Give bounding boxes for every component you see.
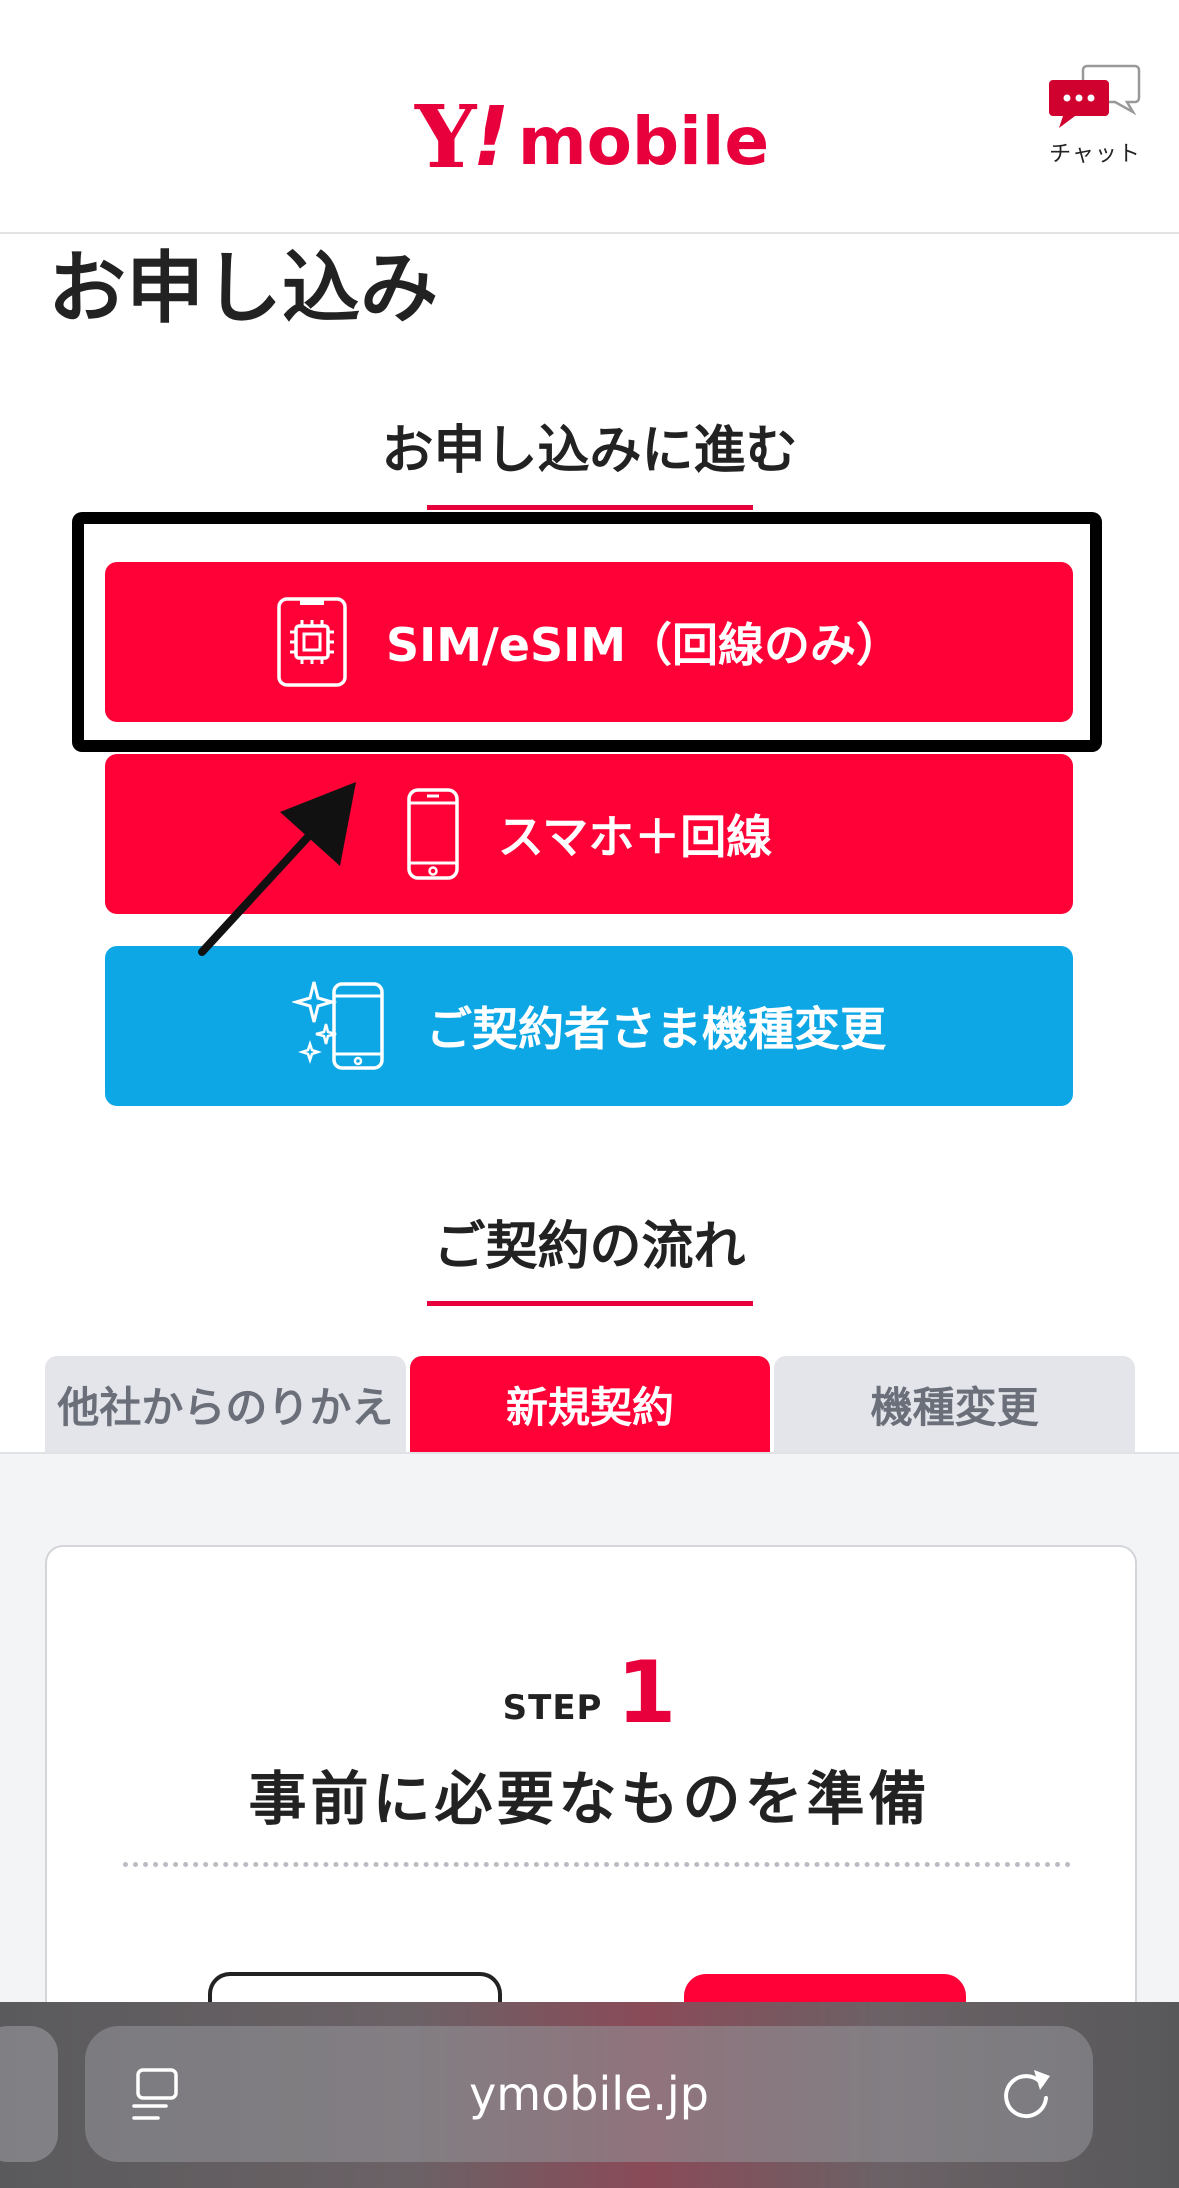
browser-prev-tab[interactable] [0,2026,58,2162]
flow-heading-text: ご契約の流れ [433,1217,746,1277]
flow-tabs: 他社からのりかえ 新規契約 機種変更 [45,1356,1136,1452]
chat-label: チャット [1049,142,1141,167]
chat-button[interactable]: チャット [1040,62,1150,172]
step-title: 事前に必要なものを準備 [248,1765,931,1833]
address-bar-url[interactable]: ymobile.jp [85,2026,1093,2162]
heading-underline [426,1301,753,1306]
smartphone-icon [406,787,460,881]
device-upgrade-label: ご契約者さま機種変更 [426,1002,886,1056]
tab-device-change[interactable]: 機種変更 [774,1356,1136,1452]
site-header: Y ! mobile チャット [0,0,1179,234]
device-upgrade-button[interactable]: ご契約者さま機種変更 [105,946,1073,1106]
logo-word: mobile [517,103,770,180]
highlight-box [72,512,1102,752]
logo-exclamation: ! [472,90,510,185]
dotted-divider [123,1862,1071,1867]
sparkle-phone-icon [292,978,388,1074]
logo-y: Y [415,87,476,188]
apply-heading-text: お申し込みに進む [381,421,798,481]
step-number: 1 [616,1643,677,1743]
reader-mode-icon[interactable] [132,2068,182,2122]
flow-section-heading: ご契約の流れ [0,1204,1179,1306]
smartphone-plus-line-label: スマホ＋回線 [497,810,773,864]
step-word: STEP [502,1688,603,1728]
tab-switch-carrier[interactable]: 他社からのりかえ [45,1356,406,1452]
apply-section-heading: お申し込みに進む [0,408,1179,510]
step-label: STEP 1 [0,1650,1179,1736]
annotation-arrow-icon [198,782,356,956]
tab-new-contract[interactable]: 新規契約 [409,1356,771,1452]
page-title: お申し込み [48,244,439,334]
heading-underline [426,505,753,510]
chat-icon [1049,64,1141,128]
ymobile-logo[interactable]: Y ! mobile [415,87,770,188]
reload-icon[interactable] [998,2066,1054,2122]
